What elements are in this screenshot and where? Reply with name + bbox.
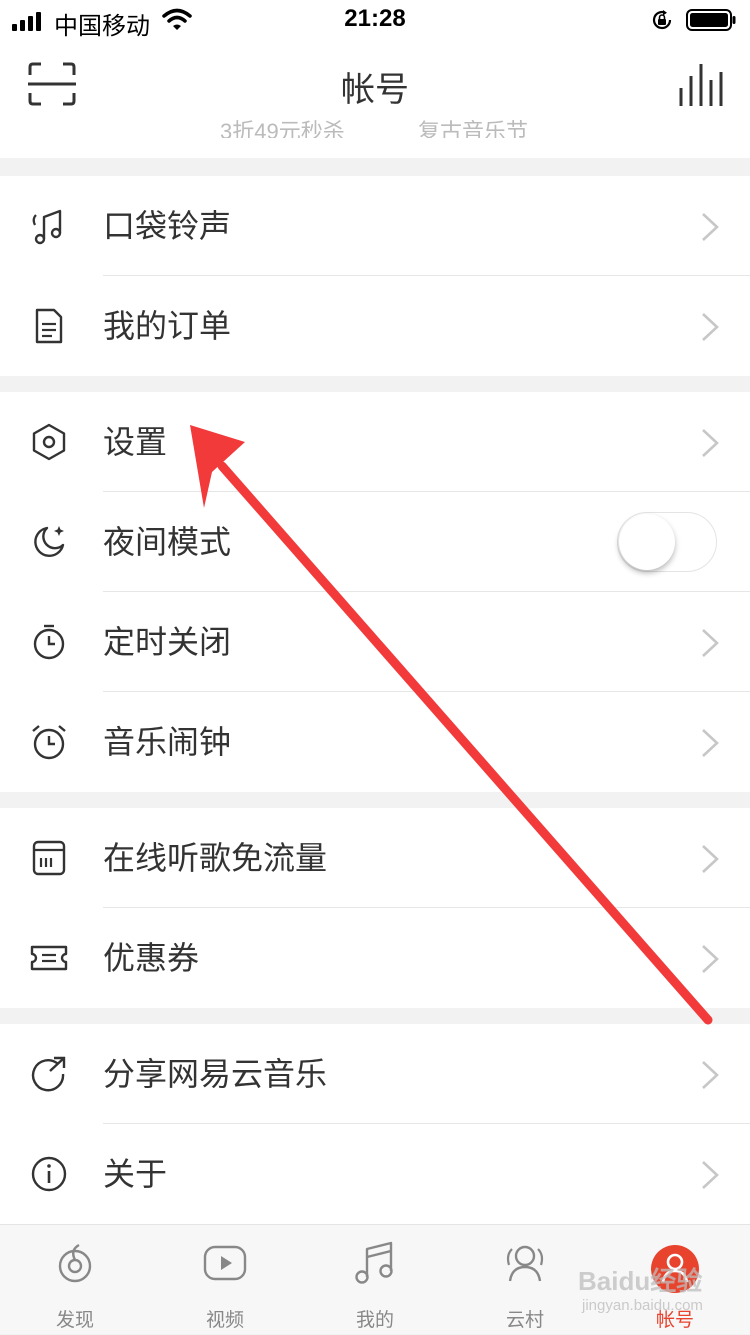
rotation-lock-icon (652, 10, 672, 30)
chevron-right-icon (702, 213, 719, 241)
chevron-right-icon (702, 629, 719, 657)
menu-item-label: 定时关闭 (103, 624, 232, 660)
menu-item-orders[interactable]: 我的订单 (0, 276, 750, 376)
discover-icon (58, 1243, 92, 1283)
menu-item-label: 口袋铃声 (103, 208, 232, 244)
chevron-right-icon (702, 945, 719, 973)
page-title: 帐号 (341, 71, 409, 109)
menu-group-3: 在线听歌免流量 优惠券 (0, 808, 750, 1008)
status-time: 21:28 (344, 5, 406, 32)
tab-label: 我的 (355, 1310, 394, 1331)
menu-item-about[interactable]: 关于 (0, 1124, 750, 1224)
chevron-right-icon (702, 845, 719, 873)
watermark-url: jingyan.baidu.com (582, 1297, 703, 1314)
menu-item-music-alarm[interactable]: 音乐闹钟 (0, 692, 750, 792)
menu-group-2: 设置 夜间模式 定时关闭 音乐闹钟 (0, 392, 750, 792)
night-mode-icon (34, 526, 65, 557)
chevron-right-icon (702, 729, 719, 757)
music-note-icon (355, 1241, 393, 1284)
alarm-icon (32, 725, 66, 760)
chevron-right-icon (702, 429, 719, 457)
toggle-knob (619, 514, 675, 570)
chevron-right-icon (702, 1161, 719, 1189)
menu-item-coupons[interactable]: 优惠券 (0, 908, 750, 1008)
menu-item-label: 我的订单 (103, 308, 232, 344)
header: 帐号 3折49元秒杀 复古音乐节 (0, 40, 750, 158)
promo-text-left: 3折49元秒杀 (220, 119, 345, 138)
menu-group-4: 分享网易云音乐 关于 (0, 1024, 750, 1224)
tab-video[interactable]: 视频 (150, 1225, 300, 1335)
tab-label: 云村 (505, 1310, 544, 1331)
tab-label: 发现 (55, 1310, 94, 1331)
timer-icon (33, 624, 65, 660)
community-icon (506, 1245, 544, 1282)
tab-discover[interactable]: 发现 (0, 1225, 150, 1335)
menu-item-label: 分享网易云音乐 (103, 1056, 328, 1092)
settings-icon (32, 423, 66, 461)
order-icon (35, 308, 63, 344)
promo-text-right: 复古音乐节 (418, 119, 529, 138)
menu-item-label: 音乐闹钟 (103, 724, 232, 760)
data-free-icon (32, 840, 66, 876)
video-icon (203, 1245, 247, 1281)
status-bar: 中国移动 21:28 (0, 0, 750, 40)
menu-item-label: 在线听歌免流量 (103, 840, 328, 876)
chevron-right-icon (702, 313, 719, 341)
watermark-logo: Baidu经验 (578, 1266, 703, 1296)
menu-item-label: 设置 (103, 424, 168, 460)
menu-group-1: 口袋铃声 我的订单 (0, 176, 750, 376)
chevron-right-icon (702, 1061, 719, 1089)
menu-item-settings[interactable]: 设置 (0, 392, 750, 492)
tab-mine[interactable]: 我的 (300, 1225, 450, 1335)
menu-item-label: 夜间模式 (103, 524, 232, 560)
share-icon (31, 1056, 66, 1092)
info-icon (31, 1156, 67, 1192)
night-mode-toggle[interactable] (617, 512, 717, 572)
menu-item-label: 关于 (103, 1156, 168, 1192)
menu-item-label: 优惠券 (103, 940, 200, 976)
menu-item-night-mode: 夜间模式 (0, 492, 750, 592)
menu-item-data-free[interactable]: 在线听歌免流量 (0, 808, 750, 908)
ringtone-icon (32, 209, 62, 245)
menu-item-ringtone[interactable]: 口袋铃声 (0, 176, 750, 276)
coupon-icon (30, 945, 68, 971)
menu-item-share[interactable]: 分享网易云音乐 (0, 1024, 750, 1124)
tab-label: 视频 (205, 1310, 244, 1331)
menu-item-sleep-timer[interactable]: 定时关闭 (0, 592, 750, 692)
battery-icon (686, 9, 736, 31)
now-playing-icon[interactable] (678, 62, 724, 108)
tab-bar: 发现 视频 我的 云村 帐号 Baidu经验 jingyan.baidu.com (0, 1224, 750, 1334)
